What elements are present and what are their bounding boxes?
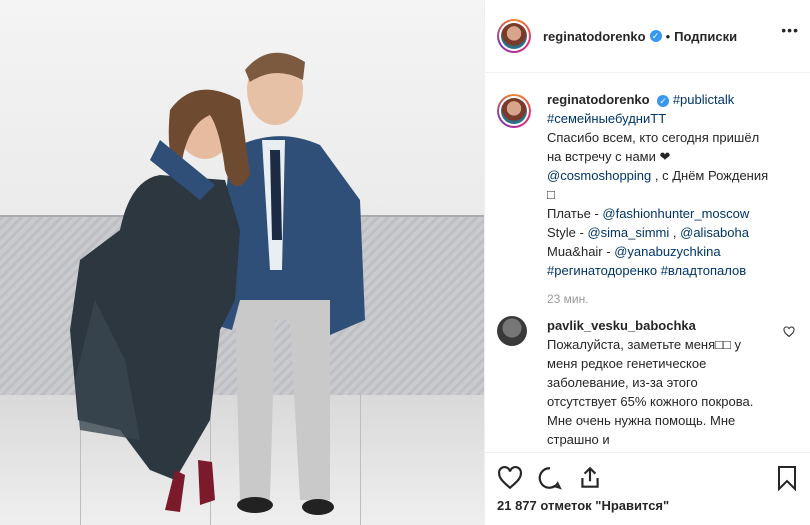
- author-username[interactable]: reginatodorenko: [543, 29, 646, 44]
- verified-badge-icon: ✓: [657, 94, 670, 107]
- share-icon[interactable]: [577, 465, 603, 491]
- like-count[interactable]: 21 877 отметок "Нравится": [497, 498, 669, 513]
- hashtag-link[interactable]: #регинатодоренко: [547, 263, 657, 278]
- mention-link[interactable]: @alisaboha: [680, 225, 749, 240]
- caption-username[interactable]: reginatodorenko: [547, 92, 650, 107]
- caption-text: , с Днём Рождения: [651, 168, 769, 183]
- mention-link[interactable]: @yanabuzychkina: [614, 244, 720, 259]
- post-sidebar: reginatodorenko ✓ • Подписки ••• reginat…: [484, 0, 810, 525]
- mention-link[interactable]: @cosmoshopping: [547, 168, 651, 183]
- woman-figure: [70, 89, 250, 512]
- caption-text: Платье -: [547, 206, 603, 221]
- caption-text: Mua&hair -: [547, 244, 615, 259]
- photo-people: [70, 52, 365, 515]
- post-timestamp[interactable]: 23 мин.: [547, 290, 797, 309]
- more-options-icon[interactable]: •••: [781, 22, 799, 38]
- mention-link[interactable]: @fashionhunter_moscow: [602, 206, 749, 221]
- hashtag-link[interactable]: #publictalk: [673, 92, 734, 107]
- post-header: reginatodorenko ✓ • Подписки •••: [485, 0, 810, 73]
- author-avatar[interactable]: [497, 19, 531, 53]
- caption-text: Style -: [547, 225, 588, 240]
- separator-dot: •: [665, 28, 671, 44]
- comment-text: Пожалуйста, заметьте меня□□ у меня редко…: [547, 337, 754, 447]
- caption-text: на встречу с нами ❤: [547, 149, 671, 164]
- mention-link[interactable]: @sima_simmi: [587, 225, 669, 240]
- bookmark-icon[interactable]: [775, 465, 799, 491]
- verified-badge-icon: ✓: [649, 30, 662, 42]
- caption-text: □: [547, 187, 555, 202]
- caption-text: Спасибо всем, кто сегодня пришёл: [547, 130, 760, 145]
- commenter-username[interactable]: pavlik_vesku_babochka: [547, 318, 696, 333]
- hashtag-link[interactable]: #семейныебудниТТ: [547, 111, 666, 126]
- caption-author-avatar[interactable]: [497, 94, 531, 128]
- post-caption: reginatodorenko ✓ #publictalk #семейныеб…: [497, 90, 797, 309]
- hashtag-link[interactable]: #владтопалов: [657, 263, 746, 278]
- heart-outline-icon[interactable]: [783, 326, 795, 338]
- following-button[interactable]: Подписки: [674, 29, 737, 44]
- commenter-avatar[interactable]: [497, 316, 527, 346]
- instagram-post-modal: reginatodorenko ✓ • Подписки ••• reginat…: [0, 0, 810, 525]
- post-actions: 21 877 отметок "Нравится": [485, 452, 810, 525]
- heart-icon[interactable]: [497, 465, 523, 491]
- post-photo[interactable]: [0, 0, 484, 525]
- caption-text: ,: [669, 225, 681, 240]
- comment-icon[interactable]: [537, 465, 563, 491]
- comment-item: pavlik_vesku_babochka Пожалуйста, заметь…: [497, 316, 797, 449]
